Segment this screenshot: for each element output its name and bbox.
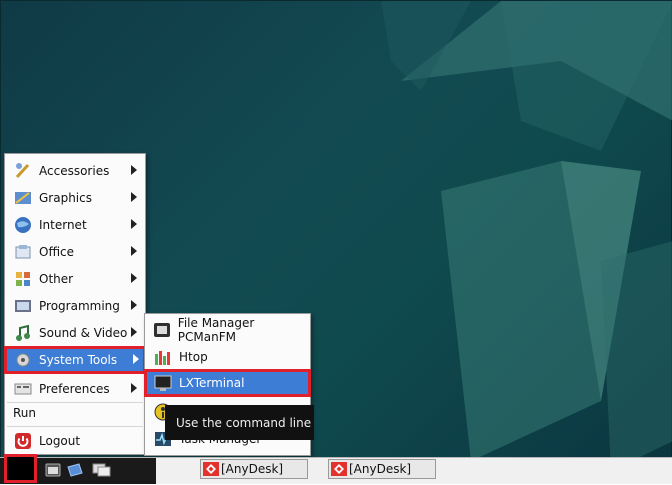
chevron-right-icon bbox=[133, 354, 139, 364]
office-icon bbox=[13, 242, 33, 262]
chevron-right-icon bbox=[131, 192, 137, 202]
menu-item-label: Office bbox=[39, 245, 75, 259]
chevron-right-icon bbox=[131, 383, 137, 393]
file-manager-launcher-icon[interactable] bbox=[45, 463, 61, 477]
chevron-right-icon bbox=[131, 165, 137, 175]
menu-item-programming[interactable]: Programming bbox=[7, 293, 143, 319]
start-menu-button[interactable] bbox=[4, 454, 37, 483]
anydesk-icon bbox=[203, 462, 219, 476]
menu-item-logout[interactable]: Logout bbox=[7, 428, 143, 454]
menu-item-label: Accessories bbox=[39, 164, 110, 178]
submenu-item-lxterminal[interactable]: LXTerminal bbox=[144, 369, 311, 397]
anydesk-icon bbox=[331, 462, 347, 476]
menu-item-label: Preferences bbox=[39, 382, 110, 396]
accessories-icon bbox=[13, 161, 33, 181]
menu-item-system-tools[interactable]: System Tools bbox=[4, 346, 146, 374]
file-manager-icon bbox=[153, 320, 172, 340]
taskbar-task-anydesk-1[interactable]: [AnyDesk] bbox=[200, 459, 308, 479]
taskbar-task-anydesk-2[interactable]: [AnyDesk] bbox=[328, 459, 436, 479]
sound-video-icon bbox=[13, 323, 33, 343]
logout-icon bbox=[13, 431, 33, 451]
htop-icon bbox=[153, 347, 173, 367]
submenu-item-file-manager[interactable]: File Manager PCManFM bbox=[147, 316, 308, 344]
task-label: [AnyDesk] bbox=[221, 462, 284, 476]
menu-item-sound-video[interactable]: Sound & Video bbox=[7, 320, 143, 346]
programming-icon bbox=[13, 296, 33, 316]
submenu-item-label: Htop bbox=[179, 350, 208, 364]
chevron-right-icon bbox=[131, 219, 137, 229]
menu-item-label: System Tools bbox=[39, 353, 118, 367]
submenu-item-label: LXTerminal bbox=[179, 376, 245, 390]
menu-separator bbox=[7, 426, 143, 427]
menu-item-label: Logout bbox=[39, 434, 81, 448]
desktop-switcher-icon[interactable] bbox=[92, 463, 112, 477]
graphics-icon bbox=[13, 188, 33, 208]
menu-item-office[interactable]: Office bbox=[7, 239, 143, 265]
menu-item-internet[interactable]: Internet bbox=[7, 212, 143, 238]
menu-item-label: Graphics bbox=[39, 191, 92, 205]
other-icon bbox=[13, 269, 33, 289]
system-tools-icon bbox=[13, 350, 33, 370]
task-label: [AnyDesk] bbox=[349, 462, 412, 476]
application-menu: Accessories Graphics Internet Office Oth… bbox=[4, 153, 146, 455]
chevron-right-icon bbox=[131, 327, 137, 337]
chevron-right-icon bbox=[131, 273, 137, 283]
menu-item-accessories[interactable]: Accessories bbox=[7, 158, 143, 184]
menu-item-label: Programming bbox=[39, 299, 120, 313]
menu-item-other[interactable]: Other bbox=[7, 266, 143, 292]
menu-item-preferences[interactable]: Preferences bbox=[7, 376, 143, 402]
menu-item-label: Run bbox=[13, 406, 37, 420]
menu-item-label: Sound & Video bbox=[39, 326, 128, 340]
menu-item-run[interactable]: Run bbox=[7, 402, 143, 424]
browser-launcher-icon[interactable] bbox=[67, 463, 83, 477]
taskbar: [AnyDesk] [AnyDesk] bbox=[0, 454, 672, 484]
chevron-right-icon bbox=[131, 300, 137, 310]
chevron-right-icon bbox=[131, 246, 137, 256]
preferences-icon bbox=[13, 379, 33, 399]
internet-icon bbox=[13, 215, 33, 235]
menu-item-graphics[interactable]: Graphics bbox=[7, 185, 143, 211]
terminal-icon bbox=[153, 373, 173, 393]
submenu-item-htop[interactable]: Htop bbox=[147, 344, 308, 370]
tooltip: Use the command line bbox=[165, 405, 314, 440]
menu-item-label: Internet bbox=[39, 218, 87, 232]
submenu-item-label: File Manager PCManFM bbox=[177, 316, 255, 344]
menu-item-label: Other bbox=[39, 272, 74, 286]
